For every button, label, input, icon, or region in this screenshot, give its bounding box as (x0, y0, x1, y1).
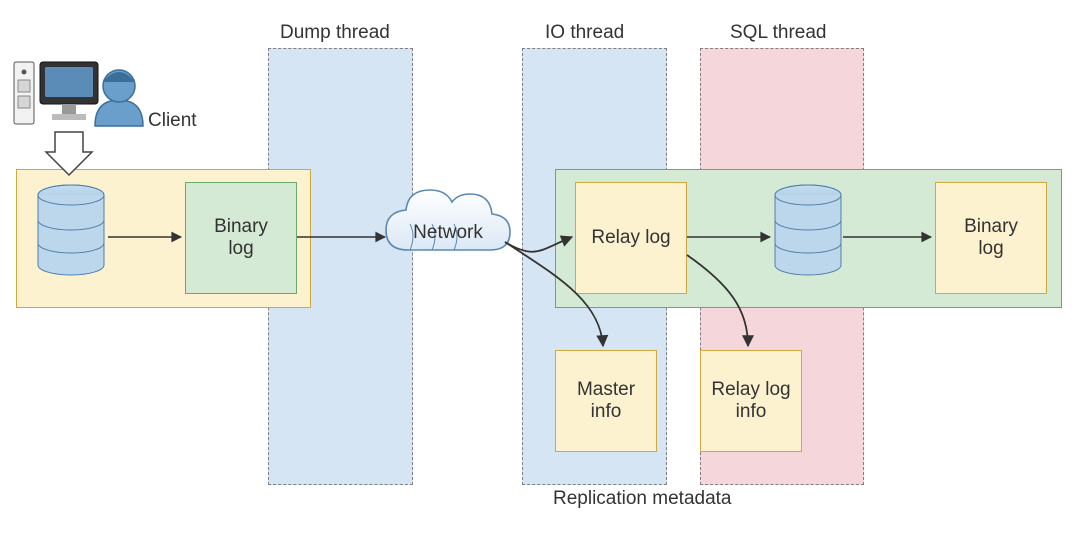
master-db-icon (38, 185, 104, 275)
client-arrow-icon (46, 132, 92, 175)
edge-relay-to-relayinfo (687, 255, 748, 346)
user-icon (95, 70, 143, 126)
workstation-icon (14, 62, 98, 124)
network-label: Network (413, 222, 483, 243)
edge-network-to-masterinfo (505, 242, 603, 346)
slave-db-icon (775, 185, 841, 275)
diagram-canvas: Network (0, 0, 1080, 541)
